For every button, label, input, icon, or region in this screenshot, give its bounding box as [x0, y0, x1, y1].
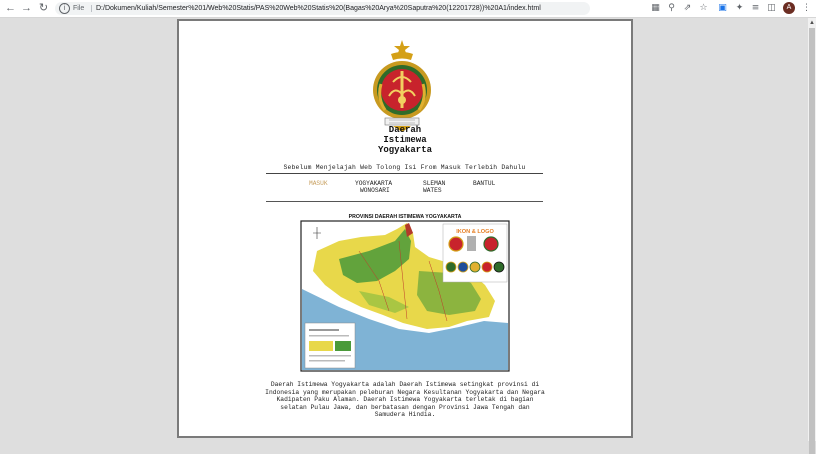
description-paragraph: Daerah Istimewa Yogyakarta adalah Daerah…	[265, 381, 545, 419]
translate-icon[interactable]: ▦	[650, 3, 661, 14]
emblem-logo	[373, 40, 431, 132]
map-inset-title: IKON & LOGO	[456, 229, 494, 235]
reload-button[interactable]: ↻	[37, 2, 50, 15]
address-divider	[91, 5, 92, 12]
nav-link-wates[interactable]: WATES	[423, 187, 442, 194]
scroll-thumb[interactable]	[809, 28, 815, 454]
scroll-up-icon[interactable]: ▲	[808, 20, 816, 26]
zoom-icon[interactable]: ⚲	[666, 3, 677, 14]
side-panel-icon[interactable]: ◫	[766, 3, 777, 14]
url-text[interactable]: D:/Dokumen/Kuliah/Semester%201/Web%20Sta…	[96, 2, 541, 15]
forward-button[interactable]: →	[20, 2, 33, 15]
nav-link-yogyakarta[interactable]: YOGYAKARTA	[355, 180, 392, 187]
nav-link-sleman[interactable]: SLEMAN	[423, 180, 445, 187]
province-map-image: PROVINSI DAERAH ISTIMEWA YOGYAKARTA IKON…	[300, 214, 510, 372]
avatar[interactable]: A	[783, 2, 795, 14]
info-icon[interactable]: i	[59, 3, 70, 14]
map-title: PROVINSI DAERAH ISTIMEWA YOGYAKARTA	[349, 214, 462, 220]
extension-translate-icon[interactable]: ▣	[717, 3, 728, 14]
page-container: Daerah Istimewa Yogyakarta Sebelum Menje…	[177, 19, 633, 438]
address-bar[interactable]: i File D:/Dokumen/Kuliah/Semester%201/We…	[55, 2, 590, 15]
scrollbar[interactable]: ▲	[808, 18, 816, 454]
divider	[266, 201, 543, 202]
page-title-line-3: Yogyakarta	[377, 145, 432, 155]
share-icon[interactable]: ⇗	[682, 3, 693, 14]
browser-toolbar: ← → ↻ i File D:/Dokumen/Kuliah/Semester%…	[0, 0, 816, 18]
scheme-label: File	[73, 5, 85, 12]
reading-list-icon[interactable]: ≡	[750, 3, 761, 14]
star-icon[interactable]: ☆	[698, 3, 709, 14]
back-button[interactable]: ←	[4, 2, 17, 15]
puzzle-icon[interactable]: ✦	[734, 3, 745, 14]
nav-link-masuk[interactable]: MASUK	[309, 180, 328, 187]
nav-link-bantul[interactable]: BANTUL	[473, 180, 495, 187]
nav-link-wonosari[interactable]: WONOSARI	[360, 187, 390, 194]
menu-icon[interactable]: ⋮	[801, 3, 812, 14]
login-notice: Sebelum Menjelajah Web Tolong Isi From M…	[266, 164, 543, 174]
